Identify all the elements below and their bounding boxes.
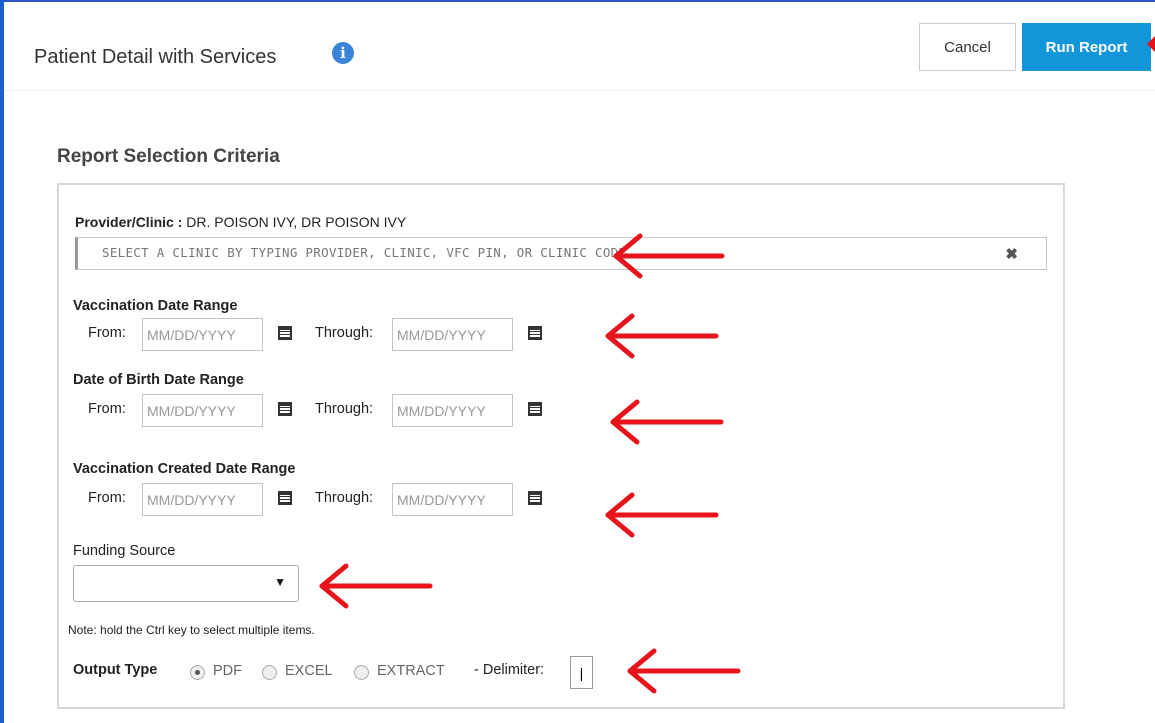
calendar-icon[interactable] (278, 402, 292, 416)
created-through-label: Through: (315, 490, 374, 506)
radio-pdf[interactable] (190, 665, 205, 680)
provider-clinic-label: Provider/Clinic : DR. POISON IVY, DR POI… (75, 214, 406, 230)
provider-clinic-value: DR. POISON IVY, DR POISON IVY (186, 214, 407, 230)
vaccination-date-range-label: Vaccination Date Range (73, 298, 238, 314)
calendar-icon[interactable] (278, 491, 292, 505)
radio-excel[interactable] (262, 665, 277, 680)
calendar-icon[interactable] (528, 402, 542, 416)
delimiter-input[interactable] (570, 656, 593, 689)
created-from-date-input[interactable] (142, 483, 263, 516)
info-icon[interactable]: i (332, 42, 354, 64)
multi-select-note: Note: hold the Ctrl key to select multip… (68, 623, 315, 637)
vaccination-through-date-input[interactable] (392, 318, 513, 351)
report-header: Patient Detail with Services i Cancel Ru… (4, 2, 1155, 91)
vaccination-through-label: Through: (315, 325, 374, 341)
dob-from-label: From: (88, 401, 126, 417)
output-type-label: Output Type (73, 662, 158, 678)
window-frame-left (0, 0, 4, 723)
vaccination-from-date-input[interactable] (142, 318, 263, 351)
dob-date-range-label: Date of Birth Date Range (73, 372, 244, 388)
dob-through-date-input[interactable] (392, 394, 513, 427)
radio-extract-label[interactable]: EXTRACT (377, 663, 445, 679)
radio-excel-label[interactable]: EXCEL (285, 663, 333, 679)
calendar-icon[interactable] (528, 491, 542, 505)
run-report-button[interactable]: Run Report (1022, 23, 1151, 71)
provider-clinic-caption: Provider/Clinic : (75, 214, 183, 230)
clear-icon[interactable]: ✖ (1005, 245, 1018, 263)
created-from-label: From: (88, 490, 126, 506)
vaccination-from-label: From: (88, 325, 126, 341)
cancel-button[interactable]: Cancel (919, 23, 1016, 71)
clinic-search-placeholder: SELECT A CLINIC BY TYPING PROVIDER, CLIN… (102, 245, 627, 260)
funding-source-label: Funding Source (73, 543, 176, 559)
calendar-icon[interactable] (278, 326, 292, 340)
calendar-icon[interactable] (528, 326, 542, 340)
radio-extract[interactable] (354, 665, 369, 680)
section-title: Report Selection Criteria (57, 146, 280, 167)
clinic-search-input[interactable]: SELECT A CLINIC BY TYPING PROVIDER, CLIN… (75, 237, 1047, 270)
page-title: Patient Detail with Services (34, 46, 277, 68)
created-through-date-input[interactable] (392, 483, 513, 516)
dob-through-label: Through: (315, 401, 374, 417)
delimiter-label: - Delimiter: (474, 662, 545, 678)
chevron-down-icon: ▼ (274, 575, 286, 589)
funding-source-select[interactable]: ▼ (73, 565, 299, 602)
radio-pdf-label[interactable]: PDF (213, 663, 242, 679)
dob-from-date-input[interactable] (142, 394, 263, 427)
created-date-range-label: Vaccination Created Date Range (73, 461, 296, 477)
